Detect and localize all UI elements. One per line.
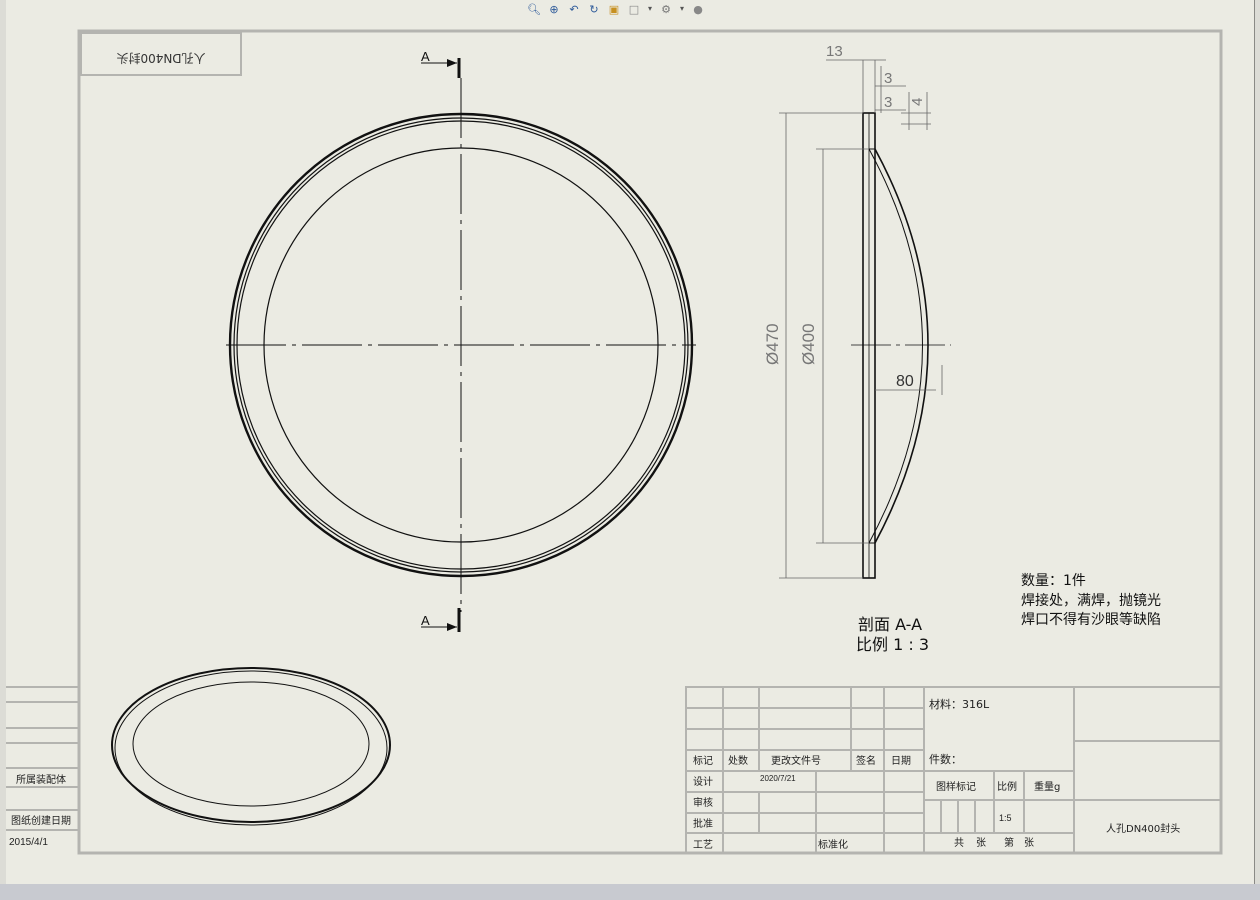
tb-header-date: 日期 (891, 755, 911, 767)
created-label: 图纸创建日期 (11, 814, 71, 827)
tb-header-mark: 标记 (693, 755, 713, 767)
dim-80[interactable]: 80 (896, 373, 914, 390)
assembly-label: 所属装配体 (16, 773, 66, 786)
section-letter-bottom: A (421, 613, 430, 628)
tb-header-signature: 签名 (856, 754, 876, 767)
note-defect: 焊口不得有沙眼等缺陷 (1021, 611, 1161, 628)
notes: 数量：1件 焊接处，满焊，抛镜光 焊口不得有沙眼等缺陷 (1021, 573, 1161, 628)
dim-diameter-400[interactable]: Ø400 (799, 323, 818, 365)
tb-sheet-no: 第 (1004, 836, 1014, 849)
scale-label: 比例 1 : 3 (856, 635, 929, 654)
note-quantity: 数量：1件 (1021, 573, 1086, 589)
dim-13[interactable]: 13 (826, 43, 843, 60)
isometric-view[interactable] (111, 667, 391, 826)
rotated-part-label: 人孔DN400封头 (116, 51, 205, 65)
section-marker-top[interactable]: A (421, 49, 461, 78)
tb-header-change-doc: 更改文件号 (771, 754, 821, 767)
tb-role-design: 设计 (693, 775, 713, 788)
tb-scale-value: 1:5 (999, 813, 1012, 823)
tb-piece-count: 件数： (929, 753, 962, 766)
tb-material: 材料：316L (929, 697, 990, 711)
dim-3-lower[interactable]: 3 (884, 94, 892, 111)
section-view[interactable] (851, 112, 951, 579)
section-marker-bottom[interactable]: A (421, 608, 461, 632)
created-date: 2015/4/1 (9, 837, 48, 848)
dimensions: 13 3 3 4 Ø470 Ø400 80 (763, 43, 943, 579)
rotated-label-box: 人孔DN400封头 (80, 32, 242, 76)
note-weld: 焊接处，满焊，抛镜光 (1021, 592, 1161, 609)
tb-sheets-unit1: 张 (976, 837, 986, 849)
status-strip (0, 884, 1260, 900)
tb-role-process: 工艺 (693, 839, 713, 851)
left-info-block (6, 686, 79, 831)
tb-role-review: 审核 (693, 796, 713, 809)
section-letter-top: A (421, 49, 430, 64)
tb-drawing-mark: 图样标记 (936, 780, 976, 793)
drawing-sheet: 🔍︎ ⊕ ↶ ↻ ▣ □ ▾ ⚙ ▾ ● 人孔DN400封头 A A 13 3 … (6, 0, 1255, 885)
tb-standardization: 标准化 (818, 838, 848, 851)
tb-scale-header: 比例 (997, 780, 1017, 793)
dim-4[interactable]: 4 (909, 98, 926, 106)
dim-diameter-470[interactable]: Ø470 (763, 323, 782, 365)
tb-sheets-unit2: 张 (1024, 837, 1034, 849)
front-view[interactable] (226, 78, 696, 612)
tb-design-date: 2020/7/21 (760, 774, 796, 783)
tb-header-count: 处数 (728, 754, 748, 767)
section-label: 剖面 A-A (858, 615, 922, 634)
tb-weight-header: 重量g (1034, 780, 1060, 793)
tb-role-approve: 批准 (693, 817, 713, 830)
drawing-canvas: 人孔DN400封头 A A 13 3 3 4 Ø470 Ø400 80 剖面 A… (6, 29, 1223, 855)
tb-sheets-total: 共 (954, 837, 964, 849)
dim-3-upper[interactable]: 3 (884, 70, 892, 87)
tb-part-name: 人孔DN400封头 (1106, 822, 1180, 835)
